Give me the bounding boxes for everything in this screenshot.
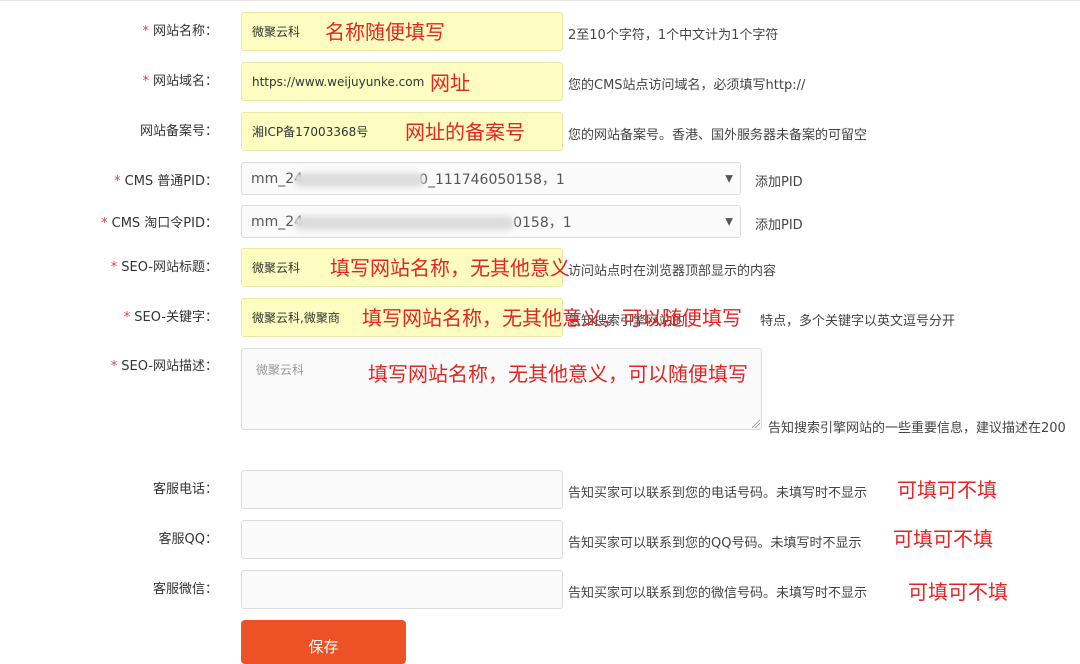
- required-mark: *: [110, 359, 118, 374]
- seo-desc-annotation: 填写网站名称，无其他意义，可以随便填写: [368, 362, 748, 386]
- phone-annotation: 可填可不填: [897, 478, 997, 502]
- cms-pid-value-end: 0_111746050158，1: [419, 171, 565, 188]
- seo-desc-textarea[interactable]: 微聚云科: [241, 348, 762, 430]
- cms-pid-label-text: CMS 普通PID：: [124, 174, 218, 189]
- seo-keywords-label: * SEO-关键字：: [124, 306, 218, 325]
- add-tkl-pid-button[interactable]: 添加PID: [755, 214, 803, 233]
- seo-desc-label-text: SEO-网站描述：: [121, 359, 218, 374]
- required-mark: *: [110, 260, 118, 275]
- cms-tkl-pid-label: * CMS 淘口令PID：: [101, 212, 218, 231]
- icp-annotation: 网址的备案号: [405, 120, 525, 144]
- site-name-annotation: 名称随便填写: [325, 20, 445, 44]
- site-name-label: * 网站名称：: [142, 20, 218, 39]
- seo-title-label-text: SEO-网站标题：: [121, 260, 218, 275]
- site-domain-input[interactable]: https://www.weijuyunke.com: [241, 62, 563, 101]
- phone-label: 客服电话：: [152, 482, 218, 497]
- seo-title-value: 微聚云科: [252, 261, 301, 275]
- seo-desc-placeholder: 微聚云科: [256, 363, 305, 377]
- phone-hint: 告知买家可以联系到您的电话号码。未填写时不显示: [568, 486, 868, 501]
- seo-keywords-annotation: 填写网站名称，无其他意义，可以随便填写: [362, 306, 742, 330]
- site-name-label-text: 网站名称：: [152, 24, 218, 39]
- required-mark: *: [142, 24, 149, 39]
- icp-label: 网站备案号：: [139, 124, 218, 139]
- cms-pid-label: * CMS 普通PID：: [114, 170, 218, 189]
- required-mark: *: [123, 310, 131, 325]
- seo-title-label: * SEO-网站标题：: [111, 256, 218, 275]
- cms-tkl-pid-value-end: 0158，1: [513, 214, 572, 231]
- seo-desc-hint: 告知搜索引擎网站的一些重要信息，建议描述在200: [768, 421, 1066, 436]
- seo-desc-label: * SEO-网站描述：: [111, 355, 218, 374]
- cms-tkl-pid-label-text: CMS 淘口令PID：: [111, 216, 218, 231]
- save-button[interactable]: 保存: [241, 620, 406, 664]
- seo-keywords-value: 微聚云科,微聚商: [252, 311, 340, 325]
- add-pid-button[interactable]: 添加PID: [755, 171, 803, 190]
- site-domain-annotation: 网址: [430, 71, 470, 95]
- qq-hint: 告知买家可以联系到您的QQ号码。未填写时不显示: [568, 536, 862, 551]
- icp-value: 湘ICP备17003368号: [252, 125, 369, 139]
- required-mark: *: [114, 174, 121, 189]
- required-mark: *: [101, 216, 108, 231]
- chevron-down-icon: ▼: [725, 216, 733, 227]
- site-domain-label: * 网站域名：: [142, 70, 218, 89]
- seo-keywords-label-text: SEO-关键字：: [134, 310, 218, 325]
- site-domain-value: https://www.weijuyunke.com: [252, 74, 425, 89]
- seo-title-hint: 访问站点时在浏览器顶部显示的内容: [568, 264, 777, 279]
- qq-input[interactable]: [241, 520, 563, 559]
- wechat-label: 客服微信：: [152, 582, 218, 597]
- seo-title-annotation: 填写网站名称，无其他意义: [330, 256, 570, 280]
- site-name-value: 微聚云科: [252, 25, 301, 39]
- seo-keywords-hint-end: 特点，多个关键字以英文逗号分开: [760, 314, 956, 329]
- wechat-input[interactable]: [241, 570, 563, 609]
- site-name-hint: 2至10个字符，1个中文计为1个字符: [568, 28, 779, 43]
- resize-grip-icon[interactable]: [752, 420, 760, 428]
- phone-input[interactable]: [241, 470, 563, 509]
- wechat-annotation: 可填可不填: [908, 580, 1008, 604]
- wechat-hint: 告知买家可以联系到您的微信号码。未填写时不显示: [568, 586, 868, 601]
- required-mark: *: [142, 74, 149, 89]
- icp-hint: 您的网站备案号。香港、国外服务器未备案的可留空: [568, 128, 868, 143]
- cms-pid-select[interactable]: mm_24 0_111746050158，1 ▼: [241, 162, 741, 195]
- blur-redaction: [294, 216, 514, 230]
- top-divider: [0, 0, 1080, 1]
- site-domain-hint: 您的CMS站点访问域名，必须填写http://: [568, 78, 806, 93]
- site-domain-label-text: 网站域名：: [152, 74, 218, 89]
- qq-annotation: 可填可不填: [893, 527, 993, 551]
- qq-label: 客服QQ：: [158, 532, 218, 547]
- chevron-down-icon: ▼: [725, 173, 733, 184]
- cms-tkl-pid-select[interactable]: mm_24 0158，1 ▼: [241, 205, 741, 238]
- blur-redaction: [294, 173, 424, 187]
